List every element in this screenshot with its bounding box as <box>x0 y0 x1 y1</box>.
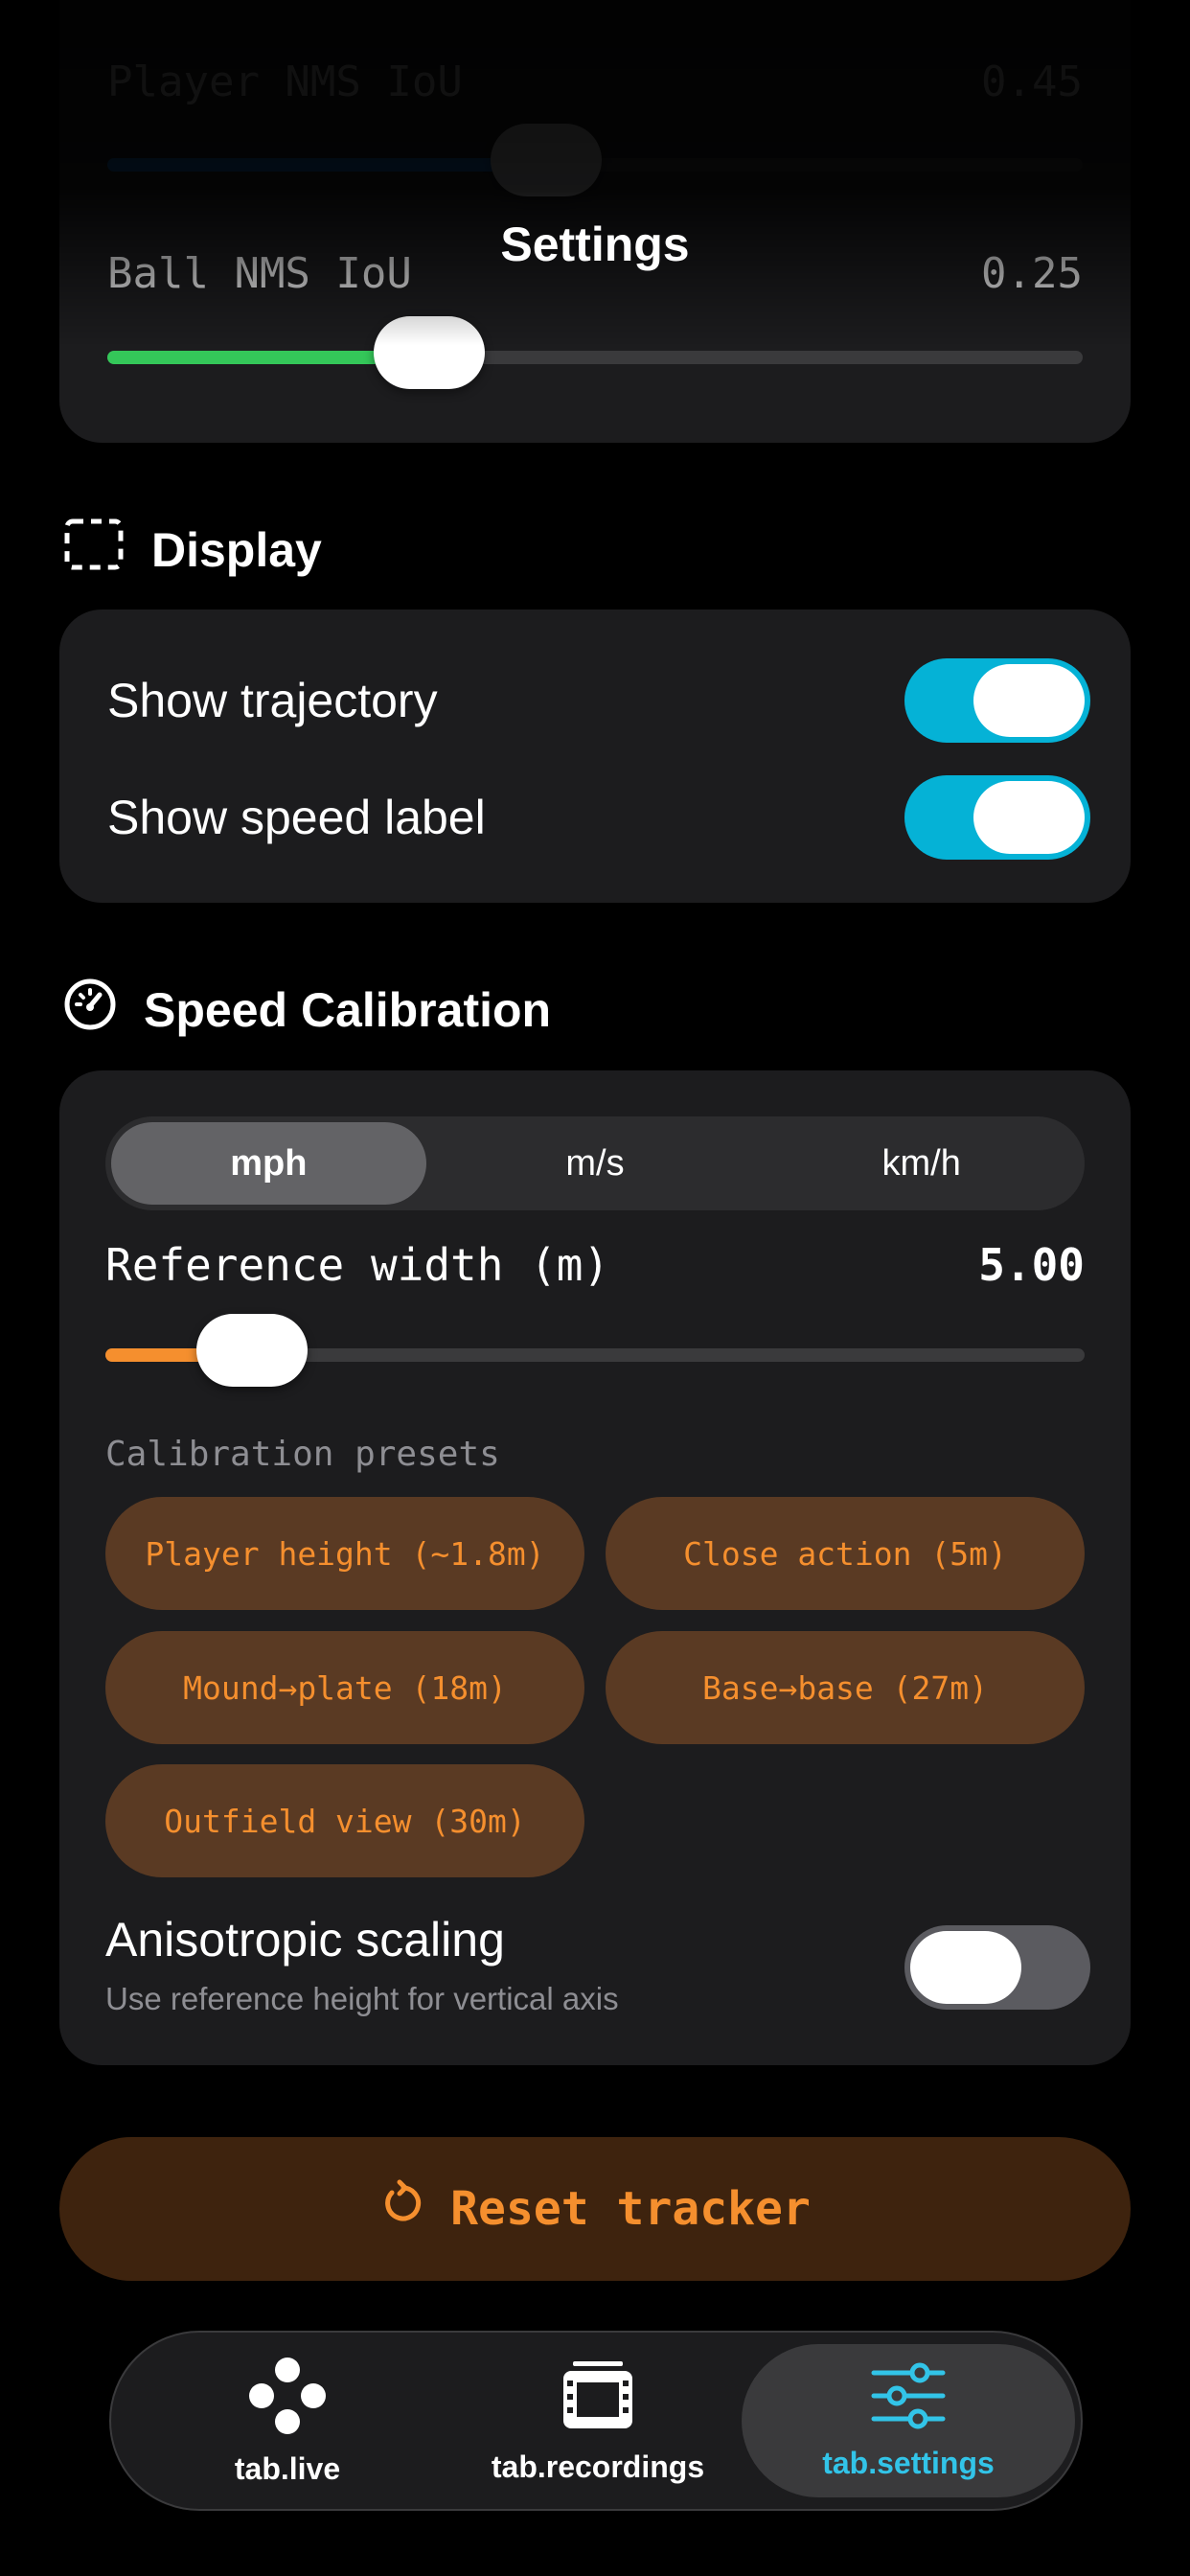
tab-recordings-label: tab.recordings <box>491 2449 705 2484</box>
presets-label: Calibration presets <box>105 1435 500 1474</box>
preset-close-action[interactable]: Close action (5m) <box>606 1497 1085 1610</box>
show-trajectory-label: Show trajectory <box>107 674 438 727</box>
preset-outfield-view[interactable]: Outfield view (30m) <box>105 1764 584 1877</box>
tab-bar: tab.live tab.recordings tab.settings <box>109 2331 1083 2511</box>
ball-nms-slider[interactable] <box>107 316 1083 389</box>
anisotropic-scaling-subtitle: Use reference height for vertical axis <box>105 1981 619 2016</box>
tab-live[interactable]: tab.live <box>121 2344 454 2497</box>
toggle-knob <box>910 1931 1021 2004</box>
live-dots-icon <box>247 2356 328 2444</box>
anisotropic-scaling-title: Anisotropic scaling <box>105 1913 505 1966</box>
tab-settings-label: tab.settings <box>822 2445 995 2480</box>
preset-base-base[interactable]: Base→base (27m) <box>606 1631 1085 1744</box>
reset-tracker-label: Reset tracker <box>450 2182 811 2236</box>
film-icon <box>560 2358 636 2442</box>
preset-mound-plate[interactable]: Mound→plate (18m) <box>105 1631 584 1744</box>
reference-width-value: 5.00 <box>978 1239 1085 1291</box>
unit-segment-mps[interactable]: m/s <box>438 1122 753 1205</box>
reference-width-slider[interactable] <box>105 1314 1085 1387</box>
show-speed-label-label: Show speed label <box>107 791 486 844</box>
reference-width-row: Reference width (m) 5.00 <box>105 1239 1085 1291</box>
tab-live-label: tab.live <box>234 2450 341 2486</box>
player-nms-row: Player NMS IoU 0.45 <box>107 58 1083 106</box>
reset-arrow-icon <box>379 2179 427 2239</box>
toggle-knob <box>973 664 1085 737</box>
tab-recordings[interactable]: tab.recordings <box>431 2344 765 2497</box>
anisotropic-scaling-toggle[interactable] <box>904 1925 1090 2010</box>
preset-player-height[interactable]: Player height (~1.8m) <box>105 1497 584 1610</box>
player-nms-slider-thumb[interactable] <box>491 124 603 196</box>
reference-width-label: Reference width (m) <box>105 1239 610 1291</box>
player-nms-slider[interactable] <box>107 124 1083 196</box>
reset-tracker-button[interactable]: Reset tracker <box>59 2137 1131 2281</box>
display-dashed-square-icon <box>63 518 125 583</box>
unit-segment-mph[interactable]: mph <box>111 1122 426 1205</box>
display-card: Show trajectory Show speed label <box>59 610 1131 903</box>
unit-segmented-control: mph m/s km/h <box>105 1116 1085 1210</box>
speedometer-icon <box>63 978 117 1043</box>
player-nms-value: 0.45 <box>981 58 1083 106</box>
player-nms-label: Player NMS IoU <box>107 58 463 106</box>
display-section-title: Display <box>151 523 322 577</box>
ball-nms-slider-thumb[interactable] <box>373 316 485 389</box>
show-trajectory-row: Show trajectory <box>107 657 1090 744</box>
tab-settings[interactable]: tab.settings <box>742 2344 1075 2497</box>
show-speed-label-toggle[interactable] <box>904 775 1090 860</box>
reference-width-slider-thumb[interactable] <box>196 1314 309 1387</box>
page-title: Settings <box>500 218 690 271</box>
calibration-section-header: Speed Calibration <box>63 978 551 1043</box>
player-nms-slider-fill <box>107 158 547 172</box>
calibration-section-title: Speed Calibration <box>144 983 552 1037</box>
display-section-header: Display <box>63 518 322 583</box>
toggle-knob <box>973 781 1085 854</box>
calibration-card: mph m/s km/h Reference width (m) 5.00 Ca… <box>59 1070 1131 2065</box>
unit-segment-kmh[interactable]: km/h <box>764 1122 1079 1205</box>
sliders-icon <box>870 2361 947 2438</box>
show-speed-label-row: Show speed label <box>107 774 1090 861</box>
show-trajectory-toggle[interactable] <box>904 658 1090 743</box>
